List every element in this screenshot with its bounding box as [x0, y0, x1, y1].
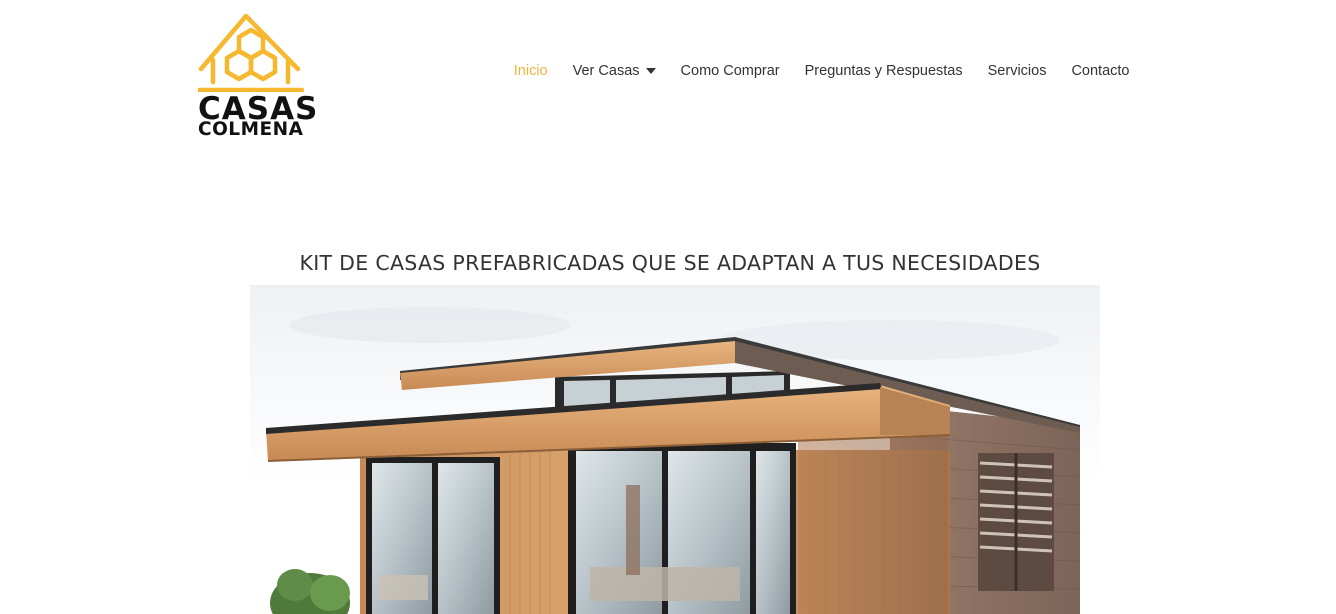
nav-item-label: Inicio [513, 63, 548, 79]
nav-item-label: Ver Casas [572, 63, 640, 79]
nav-item-contacto[interactable]: Contacto [1059, 61, 1142, 81]
nav-item-preguntas[interactable]: Preguntas y Respuestas [792, 61, 975, 81]
nav-item-label: Preguntas y Respuestas [804, 63, 963, 79]
prefab-wooden-house-image [250, 285, 1100, 614]
nav-item-label: Contacto [1071, 63, 1130, 79]
caret-down-icon [645, 68, 656, 74]
nav-item-servicios[interactable]: Servicios [975, 61, 1059, 81]
site-header: CASAS COLMENA Inicio Ver Casas Como Comp… [0, 0, 1336, 150]
nav-item-como-comprar[interactable]: Como Comprar [668, 61, 792, 81]
nav-item-label: Servicios [987, 63, 1047, 79]
nav-item-inicio[interactable]: Inicio [501, 61, 560, 81]
hero-headline: KIT DE CASAS PREFABRICADAS QUE SE ADAPTA… [299, 251, 1041, 275]
logo-text-colmena: COLMENA [198, 119, 304, 140]
site-logo[interactable]: CASAS COLMENA [198, 12, 317, 142]
main-nav: Inicio Ver Casas Como Comprar Preguntas … [501, 61, 1142, 81]
honeycomb-house-icon [198, 13, 304, 92]
nav-item-label: Como Comprar [680, 63, 780, 79]
nav-item-ver-casas[interactable]: Ver Casas [560, 61, 668, 81]
